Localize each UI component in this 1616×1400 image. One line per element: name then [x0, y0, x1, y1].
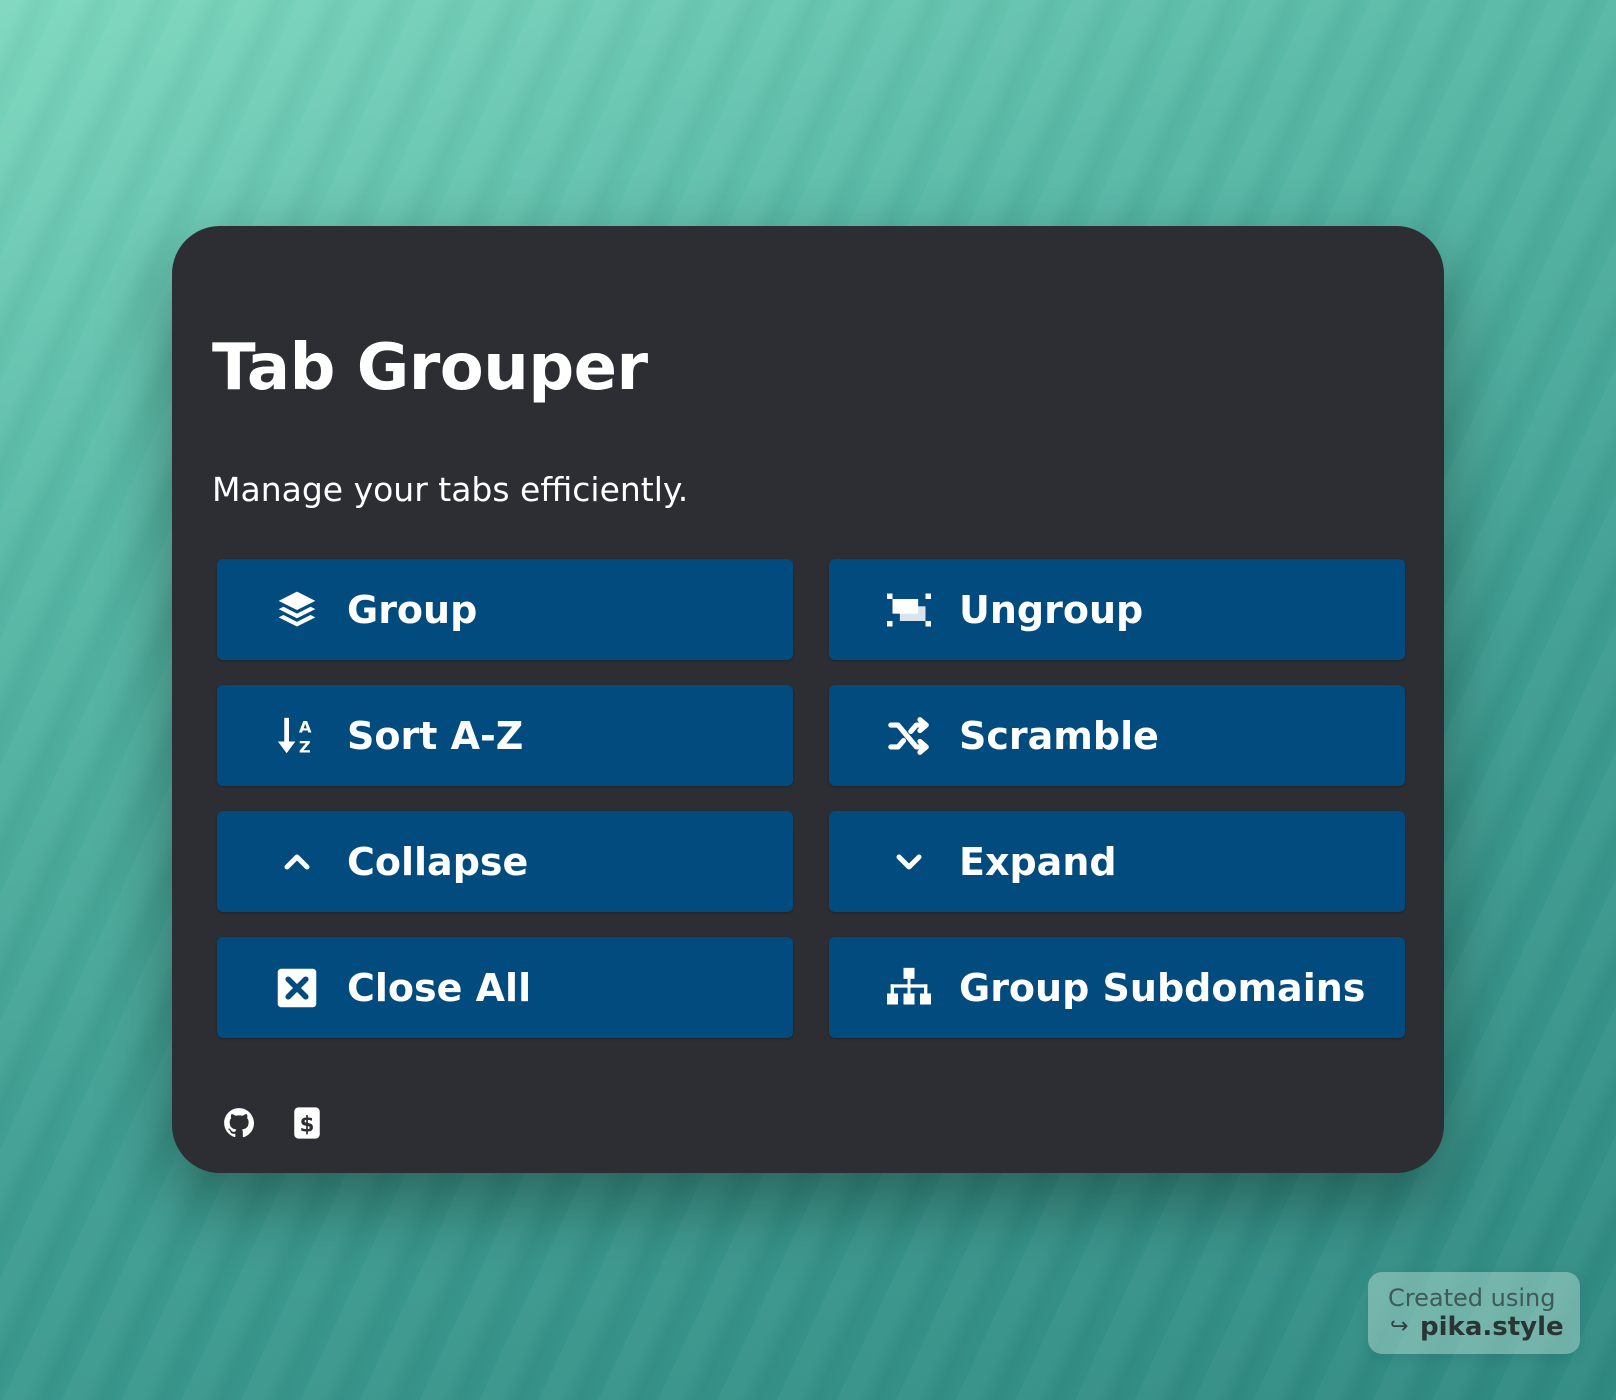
svg-text:A: A	[299, 717, 312, 736]
ungroup-icon	[885, 586, 933, 634]
group-subdomains-button-label: Group Subdomains	[959, 965, 1366, 1010]
close-square-icon	[273, 964, 321, 1012]
svg-text:Z: Z	[299, 737, 311, 756]
expand-button[interactable]: Expand	[829, 811, 1405, 912]
footer-links: $	[222, 1106, 324, 1140]
collapse-button[interactable]: Collapse	[217, 811, 793, 912]
collapse-button-label: Collapse	[347, 839, 529, 884]
github-icon[interactable]	[222, 1106, 256, 1140]
donate-dollar-icon[interactable]: $	[290, 1106, 324, 1140]
pika-style-watermark: Created using ↪ pika.style	[1368, 1272, 1580, 1354]
app-subtitle: Manage your tabs efficiently.	[212, 470, 689, 509]
ungroup-button-label: Ungroup	[959, 587, 1144, 632]
expand-button-label: Expand	[959, 839, 1117, 884]
group-subdomains-button[interactable]: Group Subdomains	[829, 937, 1405, 1038]
scramble-button[interactable]: Scramble	[829, 685, 1405, 786]
chevron-up-icon	[273, 838, 321, 886]
action-button-grid: Group Ungroup A Z Sort A-Z Scramble Coll…	[217, 559, 1405, 1038]
close-all-button[interactable]: Close All	[217, 937, 793, 1038]
sitemap-icon	[885, 964, 933, 1012]
watermark-brand: pika.style	[1420, 1312, 1564, 1342]
sort-az-button-label: Sort A-Z	[347, 713, 524, 758]
ungroup-button[interactable]: Ungroup	[829, 559, 1405, 660]
group-button-label: Group	[347, 587, 478, 632]
shuffle-icon	[885, 712, 933, 760]
return-arrow-icon: ↪	[1390, 1314, 1409, 1339]
tab-grouper-popup: Tab Grouper Manage your tabs efficiently…	[172, 226, 1444, 1173]
sort-alpha-down-icon: A Z	[273, 712, 321, 760]
group-button[interactable]: Group	[217, 559, 793, 660]
close-all-button-label: Close All	[347, 965, 532, 1010]
svg-text:$: $	[300, 1113, 315, 1138]
watermark-caption: Created using	[1388, 1284, 1556, 1312]
chevron-down-icon	[885, 838, 933, 886]
sort-az-button[interactable]: A Z Sort A-Z	[217, 685, 793, 786]
app-title: Tab Grouper	[212, 331, 648, 405]
scramble-button-label: Scramble	[959, 713, 1159, 758]
layers-icon	[273, 586, 321, 634]
